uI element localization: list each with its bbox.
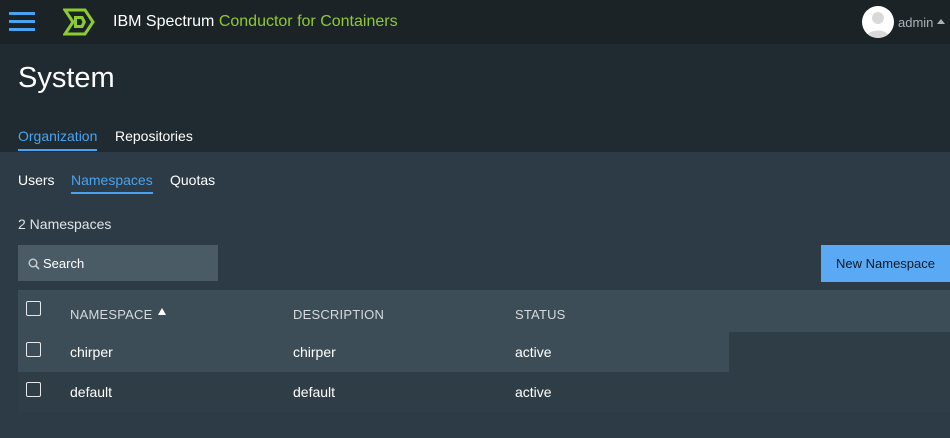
subtab-quotas[interactable]: Quotas	[170, 172, 215, 192]
row-checkbox[interactable]	[26, 382, 41, 397]
search-input[interactable]	[43, 245, 213, 281]
user-menu-label[interactable]: admin	[898, 15, 933, 30]
sort-ascending-icon[interactable]	[158, 308, 166, 315]
page-header: System Organization Repositories	[0, 44, 950, 152]
cell-namespace: chirper	[70, 344, 113, 360]
hamburger-menu-icon[interactable]	[9, 12, 35, 32]
namespace-table: chirper chirper active default default a…	[18, 332, 950, 412]
cell-description: chirper	[293, 344, 336, 360]
column-header-namespace[interactable]: NAMESPACE	[70, 307, 152, 322]
table-header: NAMESPACE DESCRIPTION STATUS	[18, 290, 950, 332]
product-logo-icon	[63, 8, 95, 36]
caret-up-icon[interactable]	[937, 19, 945, 24]
column-header-status[interactable]: STATUS	[515, 307, 566, 322]
top-navbar: IBM Spectrum Conductor for Containers ad…	[0, 0, 950, 44]
cell-description: default	[293, 384, 336, 400]
namespace-count: 2 Namespaces	[18, 216, 112, 232]
search-box[interactable]	[18, 245, 218, 281]
table-row[interactable]: chirper chirper active	[18, 332, 729, 372]
cell-status: active	[515, 344, 552, 360]
brand-product: Conductor for Containers	[218, 13, 398, 30]
tab-organization[interactable]: Organization	[18, 128, 98, 151]
table-row[interactable]: default default active	[18, 372, 729, 412]
new-namespace-button[interactable]: New Namespace	[821, 245, 950, 282]
app-title: IBM Spectrum Conductor for Containers	[113, 13, 398, 31]
avatar[interactable]	[862, 6, 894, 38]
search-icon	[28, 258, 40, 270]
row-checkbox[interactable]	[26, 342, 41, 357]
page-title: System	[18, 62, 115, 94]
subtab-users[interactable]: Users	[18, 172, 55, 192]
user-avatar-icon	[866, 12, 890, 38]
column-header-description[interactable]: DESCRIPTION	[293, 307, 384, 322]
brand-prefix: IBM Spectrum	[113, 13, 215, 30]
cell-namespace: default	[70, 384, 113, 400]
subtab-namespaces[interactable]: Namespaces	[71, 172, 153, 194]
tab-repositories[interactable]: Repositories	[115, 128, 193, 149]
cell-status: active	[515, 384, 552, 400]
select-all-checkbox[interactable]	[26, 301, 41, 316]
